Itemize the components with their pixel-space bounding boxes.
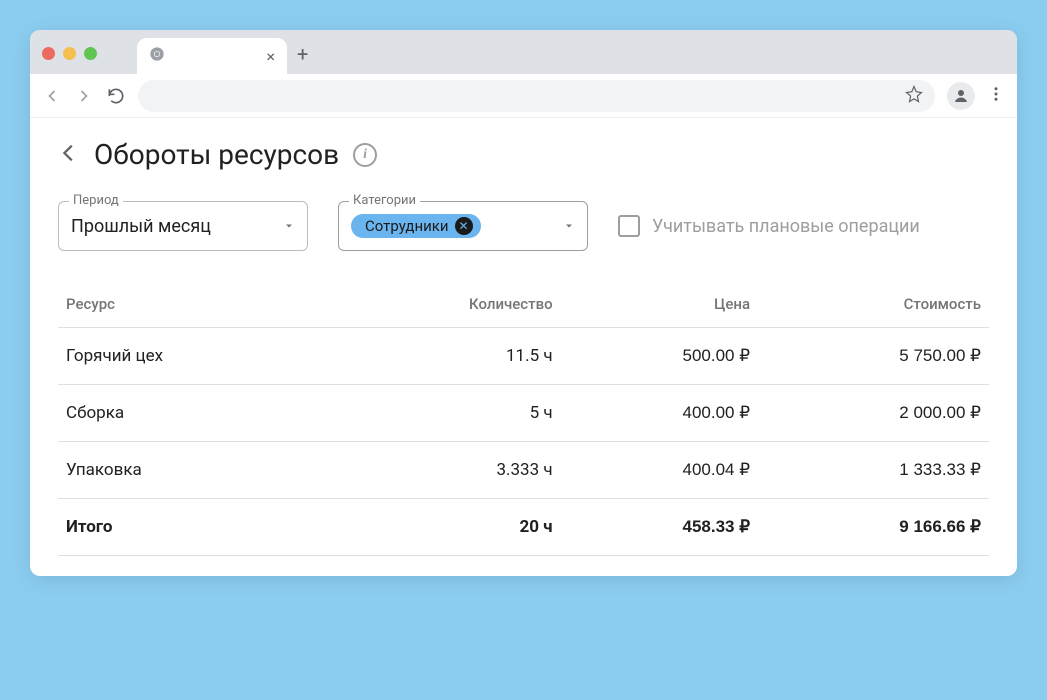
browser-window: × + Обороты ресурсов (30, 30, 1017, 576)
category-chip-label: Сотрудники (365, 217, 449, 235)
page-back-button[interactable] (58, 142, 80, 168)
close-window-button[interactable] (42, 47, 55, 60)
back-button[interactable] (42, 86, 62, 106)
chrome-icon (149, 46, 165, 66)
category-select[interactable]: Категории Сотрудники ✕ (338, 201, 588, 251)
table-row: Упаковка 3.333 ч 400.04 ₽ 1 333.33 ₽ (58, 442, 989, 499)
page-title: Обороты ресурсов (94, 138, 339, 171)
forward-button[interactable] (74, 86, 94, 106)
reload-button[interactable] (106, 86, 126, 106)
col-quantity: Количество (325, 281, 560, 328)
period-label: Период (69, 193, 123, 208)
col-price: Цена (561, 281, 758, 328)
minimize-window-button[interactable] (63, 47, 76, 60)
profile-avatar[interactable] (947, 82, 975, 110)
period-select[interactable]: Период Прошлый месяц (58, 201, 308, 251)
category-chip[interactable]: Сотрудники ✕ (351, 214, 481, 238)
tab-strip: × + (30, 30, 1017, 74)
col-cost: Стоимость (758, 281, 989, 328)
checkbox-label: Учитывать плановые операции (652, 216, 920, 237)
page-header: Обороты ресурсов i (58, 138, 989, 171)
table-total-row: Итого 20 ч 458.33 ₽ 9 166.66 ₽ (58, 499, 989, 556)
table-row: Горячий цех 11.5 ч 500.00 ₽ 5 750.00 ₽ (58, 328, 989, 385)
resources-table: Ресурс Количество Цена Стоимость Горячий… (58, 281, 989, 556)
address-bar-row (30, 74, 1017, 118)
category-label: Категории (349, 193, 420, 208)
col-resource: Ресурс (58, 281, 325, 328)
close-tab-icon[interactable]: × (266, 47, 275, 66)
table-row: Сборка 5 ч 400.00 ₽ 2 000.00 ₽ (58, 385, 989, 442)
page-content: Обороты ресурсов i Период Прошлый месяц … (30, 118, 1017, 576)
browser-menu-button[interactable] (987, 85, 1005, 107)
info-icon[interactable]: i (353, 143, 377, 167)
period-value: Прошлый месяц (71, 216, 283, 237)
chip-remove-icon[interactable]: ✕ (455, 217, 473, 235)
window-controls (42, 47, 97, 60)
browser-tab[interactable]: × (137, 38, 287, 74)
dropdown-caret-icon (563, 217, 575, 236)
filters-row: Период Прошлый месяц Категории Сотрудник… (58, 201, 989, 251)
address-bar[interactable] (138, 80, 935, 112)
new-tab-button[interactable]: + (297, 42, 308, 66)
dropdown-caret-icon (283, 217, 295, 236)
bookmark-star-icon[interactable] (905, 85, 923, 107)
checkbox-icon (618, 215, 640, 237)
maximize-window-button[interactable] (84, 47, 97, 60)
plan-ops-checkbox[interactable]: Учитывать плановые операции (618, 215, 920, 237)
